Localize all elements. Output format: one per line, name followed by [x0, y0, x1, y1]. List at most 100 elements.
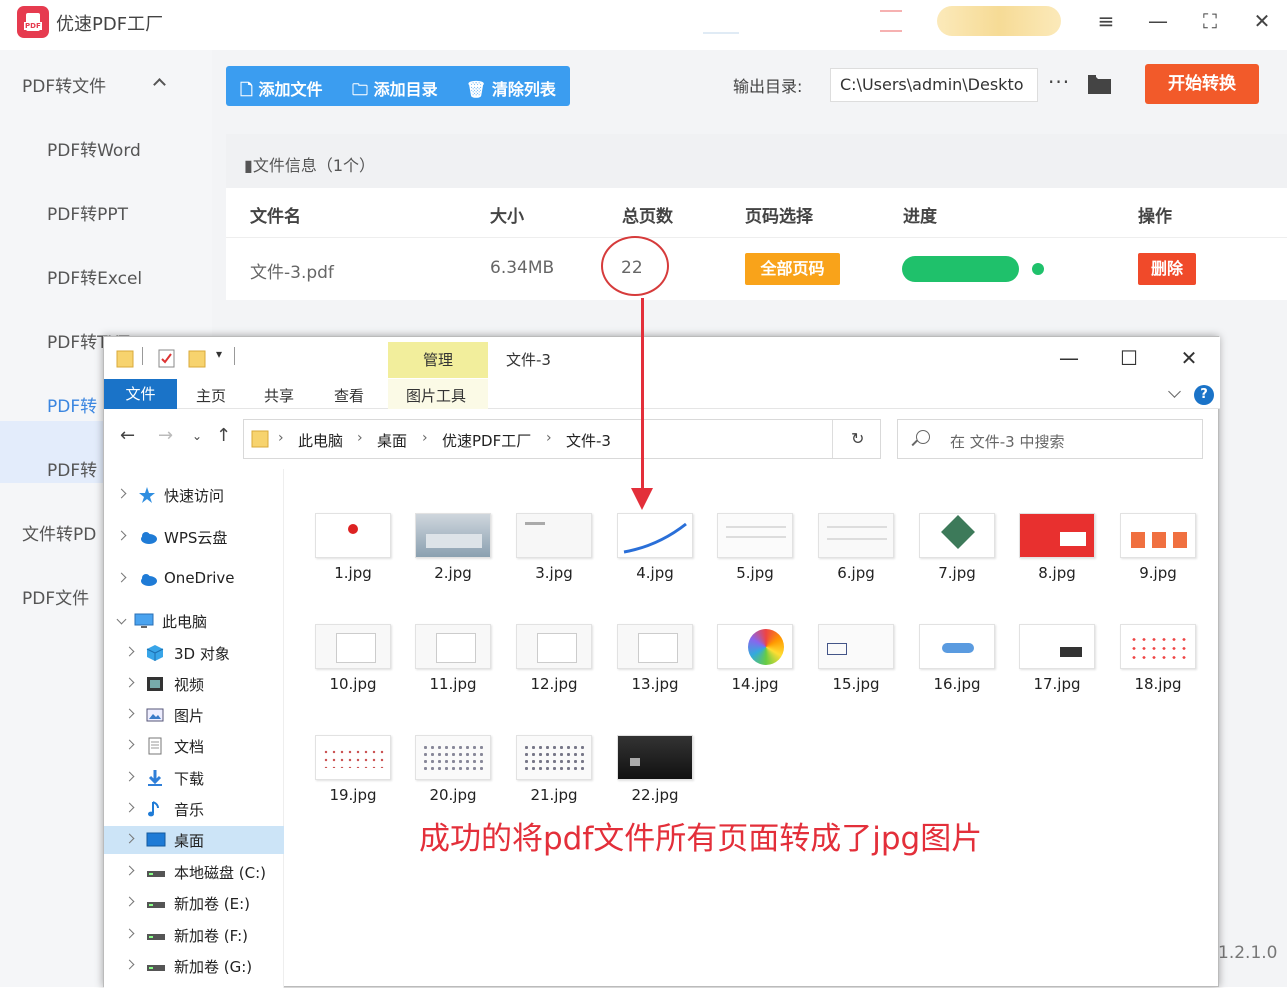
address-bar[interactable]: › 此电脑 › 桌面 › 优速PDF工厂 › 文件-3 ↻: [243, 419, 967, 459]
tab-view[interactable]: 查看: [334, 385, 364, 406]
tree-item[interactable]: 新加卷 (E:): [104, 889, 284, 917]
forward-arrow-icon[interactable]: →: [158, 425, 173, 446]
add-dir-button[interactable]: 🗀 添加目录: [352, 76, 438, 106]
file-thumbnail[interactable]: 9.jpg: [1120, 513, 1196, 582]
chevron-right-icon[interactable]: [124, 833, 135, 844]
chevron-right-icon[interactable]: [124, 771, 135, 782]
start-convert-button[interactable]: 开始转换: [1145, 64, 1259, 104]
back-arrow-icon[interactable]: ←: [120, 425, 135, 446]
file-thumbnail[interactable]: 16.jpg: [919, 624, 995, 693]
tree-item[interactable]: 下载: [104, 764, 284, 792]
breadcrumb-current[interactable]: 文件-3: [566, 430, 611, 451]
sidebar-item-pdf-to-image[interactable]: PDF转: [47, 392, 97, 417]
minimize-icon[interactable]: —: [1143, 6, 1173, 36]
sidebar-item-pdf-to-file[interactable]: PDF转文件: [22, 72, 106, 97]
file-thumbnail[interactable]: 7.jpg: [919, 513, 995, 582]
tree-item[interactable]: 本地磁盘 (C:): [104, 858, 284, 886]
properties-icon[interactable]: [158, 349, 176, 369]
breadcrumb-app-folder[interactable]: 优速PDF工厂: [442, 430, 531, 451]
file-thumbnail[interactable]: 19.jpg: [315, 735, 391, 804]
tab-manage[interactable]: 管理: [388, 342, 488, 378]
add-file-button[interactable]: 🗋 添加文件: [240, 76, 322, 106]
file-thumbnail[interactable]: 15.jpg: [818, 624, 894, 693]
file-thumbnail[interactable]: 2.jpg: [415, 513, 491, 582]
sidebar-item-pdf-to-ppt[interactable]: PDF转PPT: [47, 200, 128, 225]
chevron-right-icon[interactable]: [116, 488, 127, 499]
quick-access-dropdown-icon[interactable]: ▾: [216, 347, 222, 361]
file-thumbnail[interactable]: 22.jpg: [617, 735, 693, 804]
file-thumbnail[interactable]: 11.jpg: [415, 624, 491, 693]
tree-item[interactable]: 3D 对象: [104, 639, 284, 667]
tree-item[interactable]: WPS云盘: [104, 523, 284, 551]
page-select-button[interactable]: 全部页码: [745, 253, 840, 285]
tree-item[interactable]: 音乐: [104, 795, 284, 823]
promo-banner[interactable]: [937, 6, 1061, 36]
tree-item[interactable]: OneDrive: [104, 565, 284, 593]
close-icon[interactable]: ✕: [1247, 6, 1277, 36]
chevron-right-icon[interactable]: [116, 530, 127, 541]
more-options-button[interactable]: ···: [1048, 70, 1070, 94]
breadcrumb-this-pc[interactable]: 此电脑: [298, 430, 343, 451]
file-thumbnail[interactable]: 18.jpg: [1120, 624, 1196, 693]
expand-ribbon-icon[interactable]: [1168, 385, 1181, 398]
tree-item[interactable]: 新加卷 (G:): [104, 952, 284, 980]
sidebar-item-file-to-pdf[interactable]: 文件转PD: [22, 520, 96, 545]
chevron-right-icon[interactable]: [124, 739, 135, 750]
tab-file[interactable]: 文件: [104, 379, 177, 409]
chevron-right-icon[interactable]: [124, 959, 135, 970]
file-thumbnail[interactable]: 13.jpg: [617, 624, 693, 693]
sidebar-item-pdf-to-excel[interactable]: PDF转Excel: [47, 264, 142, 289]
sidebar-item-pdf-to-other[interactable]: PDF转: [47, 456, 97, 481]
chevron-right-icon[interactable]: [124, 646, 135, 657]
output-dir-field[interactable]: C:\Users\admin\Deskto: [830, 68, 1038, 102]
file-thumbnail[interactable]: 21.jpg: [516, 735, 592, 804]
sidebar-item-pdf-file[interactable]: PDF文件: [22, 584, 89, 609]
chevron-down-icon[interactable]: [116, 614, 127, 625]
file-thumbnail[interactable]: 8.jpg: [1019, 513, 1095, 582]
file-thumbnail[interactable]: 5.jpg: [717, 513, 793, 582]
refresh-icon[interactable]: ↻: [851, 429, 864, 448]
chevron-right-icon[interactable]: [124, 677, 135, 688]
file-thumbnail[interactable]: 17.jpg: [1019, 624, 1095, 693]
file-thumbnail[interactable]: 12.jpg: [516, 624, 592, 693]
file-thumbnail[interactable]: 1.jpg: [315, 513, 391, 582]
clear-list-button[interactable]: 🗑 清除列表: [466, 76, 556, 100]
file-thumbnail[interactable]: 10.jpg: [315, 624, 391, 693]
search-box[interactable]: 在 文件-3 中搜索: [897, 419, 1203, 459]
tree-item[interactable]: 新加卷 (F:): [104, 921, 284, 949]
file-thumbnail[interactable]: 20.jpg: [415, 735, 491, 804]
chevron-right-icon[interactable]: [124, 928, 135, 939]
sidebar-item-pdf-to-word[interactable]: PDF转Word: [47, 136, 141, 161]
file-thumbnail[interactable]: 6.jpg: [818, 513, 894, 582]
file-thumbnail[interactable]: 4.jpg: [617, 513, 693, 582]
close-icon[interactable]: ✕: [1174, 345, 1204, 371]
chevron-up-icon[interactable]: [153, 78, 166, 91]
tree-item[interactable]: 文档: [104, 732, 284, 760]
minimize-icon[interactable]: —: [1054, 345, 1084, 371]
chevron-right-icon[interactable]: [124, 865, 135, 876]
chevron-right-icon[interactable]: [116, 572, 127, 583]
tree-item[interactable]: 此电脑: [104, 607, 284, 635]
tab-share[interactable]: 共享: [264, 385, 294, 406]
maximize-icon[interactable]: ☐: [1114, 345, 1144, 371]
tab-picture-tools[interactable]: 图片工具: [406, 385, 466, 406]
tree-item[interactable]: 桌面: [104, 826, 284, 854]
folder-icon[interactable]: [1087, 73, 1112, 95]
delete-button[interactable]: 删除: [1138, 253, 1196, 285]
recent-dropdown-icon[interactable]: ⌄: [192, 429, 202, 443]
tree-item[interactable]: 图片: [104, 701, 284, 729]
help-icon[interactable]: ?: [1194, 385, 1214, 405]
chevron-right-icon[interactable]: [124, 896, 135, 907]
new-folder-icon[interactable]: [188, 349, 206, 369]
tree-item[interactable]: 视频: [104, 670, 284, 698]
chevron-right-icon[interactable]: [124, 802, 135, 813]
up-arrow-icon[interactable]: ↑: [216, 425, 231, 446]
tab-home[interactable]: 主页: [196, 385, 226, 406]
file-thumbnail[interactable]: 14.jpg: [717, 624, 793, 693]
menu-icon[interactable]: ≡: [1091, 6, 1121, 36]
breadcrumb-desktop[interactable]: 桌面: [377, 430, 407, 451]
chevron-right-icon[interactable]: [124, 708, 135, 719]
tree-item[interactable]: 快速访问: [104, 481, 284, 509]
file-thumbnail[interactable]: 3.jpg: [516, 513, 592, 582]
maximize-icon[interactable]: ⛶: [1195, 6, 1225, 36]
